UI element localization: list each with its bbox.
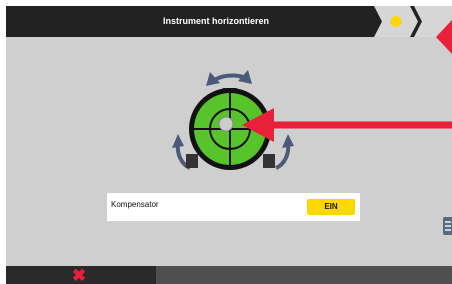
bottom-bar: ✖ bbox=[6, 266, 452, 284]
compensator-panel: Kompensator EIN bbox=[107, 193, 360, 221]
corner-arrow-icon bbox=[436, 20, 452, 54]
rotate-arrow-right-head bbox=[282, 134, 294, 148]
screw-knob-right bbox=[263, 154, 275, 168]
level-screen: Instrument horizontieren Kompensator EIN… bbox=[6, 6, 452, 284]
level-bubble bbox=[218, 116, 234, 132]
cancel-button[interactable]: ✖ bbox=[6, 266, 156, 284]
level-graphic bbox=[172, 20, 452, 170]
screw-knob-left bbox=[186, 154, 198, 168]
side-panel-icon[interactable] bbox=[443, 217, 452, 235]
compensator-toggle-button[interactable]: EIN bbox=[307, 199, 355, 215]
cancel-x-icon: ✖ bbox=[71, 266, 87, 284]
rotate-arrow-left-head bbox=[172, 134, 184, 148]
rotate-arrow-right-icon bbox=[275, 143, 291, 170]
compensator-label: Kompensator bbox=[111, 200, 159, 209]
